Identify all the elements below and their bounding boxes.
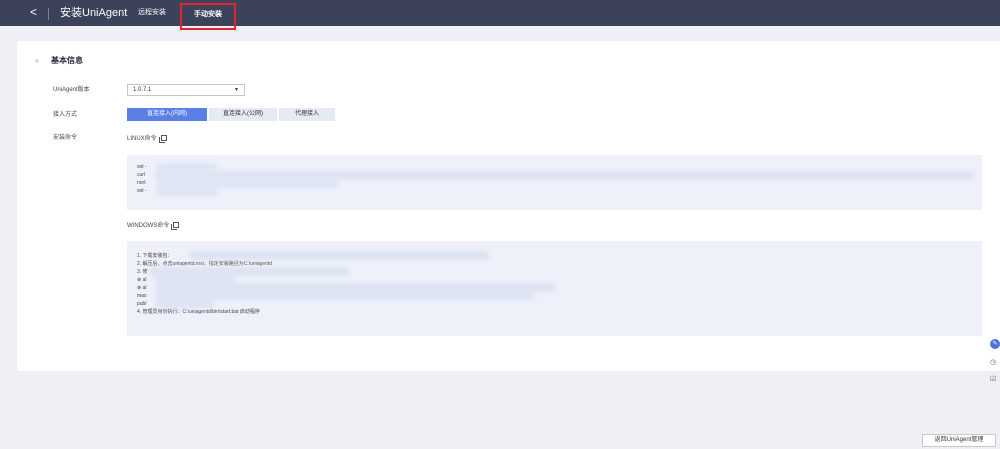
code-line: 4. 管理员身份执行：C:\uniagentd\bin\start.bat 启动… — [137, 309, 260, 315]
access-mode-label: 接入方式 — [53, 112, 78, 118]
redacted-text — [157, 163, 217, 171]
chevron-left-icon[interactable]: < — [30, 5, 37, 19]
version-select-value: 1.0.7.1 — [133, 87, 152, 93]
section-dot — [35, 59, 39, 63]
mode-proxy-button[interactable]: 代理接入 — [279, 108, 335, 121]
windows-command-heading: WINDOWS命令 — [127, 221, 180, 231]
code-line: publ — [137, 301, 147, 307]
tab-manual-install[interactable]: 手动安装 — [180, 3, 236, 30]
page-title: 安装UniAgent — [60, 7, 128, 19]
divider — [48, 8, 49, 20]
linux-command-box[interactable]: set - curl nort set - — [127, 155, 982, 210]
redacted-text — [157, 180, 337, 188]
code-line: set - — [137, 188, 147, 194]
section-title: 基本信息 — [51, 56, 83, 65]
code-line: mas — [137, 293, 147, 299]
caret-down-icon: ▼ — [234, 87, 239, 93]
redacted-text — [189, 251, 489, 260]
code-line: ⊕ al — [137, 285, 147, 291]
version-label: UniAgent版本 — [53, 87, 90, 93]
redacted-text — [155, 299, 215, 308]
code-line: curl — [137, 172, 146, 178]
tab-remote-install[interactable]: 远程安装 — [138, 7, 166, 19]
code-line: nort — [137, 180, 146, 186]
windows-command-box[interactable]: 1. 下载安装包： 2. 解压后，点击uniagentd.msi，指定安装路径为… — [127, 241, 982, 336]
code-line: 3. 修 — [137, 269, 148, 275]
version-select[interactable]: 1.0.7.1 ▼ — [127, 84, 245, 96]
code-line: set - — [137, 164, 147, 170]
install-command-label: 安装命令 — [53, 135, 78, 141]
linux-command-heading: LINUX命令 — [127, 134, 167, 144]
clock-icon[interactable]: ◷ — [990, 358, 996, 368]
redacted-text — [155, 171, 975, 180]
windows-heading-text: WINDOWS命令 — [127, 223, 170, 229]
linux-heading-text: LINUX命令 — [127, 136, 157, 142]
mode-direct-intranet-button[interactable]: 直连接入(内网) — [127, 108, 207, 121]
return-uniagent-button[interactable]: 返回UniAgent管理 — [922, 434, 996, 447]
code-line: 1. 下载安装包： — [137, 253, 173, 259]
top-bar: < 安装UniAgent 远程安装 手动安装 — [0, 0, 1000, 30]
mode-direct-public-button[interactable]: 直连接入(公网) — [209, 108, 277, 121]
chat-icon[interactable]: ✎ — [990, 339, 1000, 349]
copy-icon[interactable] — [171, 222, 180, 230]
copy-icon[interactable] — [158, 135, 167, 143]
edit-icon[interactable]: ☑ — [990, 375, 996, 385]
basic-info-card: 基本信息 UniAgent版本 1.0.7.1 ▼ 接入方式 直连接入(内网) … — [17, 41, 1000, 371]
code-line: ⊕ al — [137, 277, 147, 283]
redacted-text — [157, 188, 217, 196]
